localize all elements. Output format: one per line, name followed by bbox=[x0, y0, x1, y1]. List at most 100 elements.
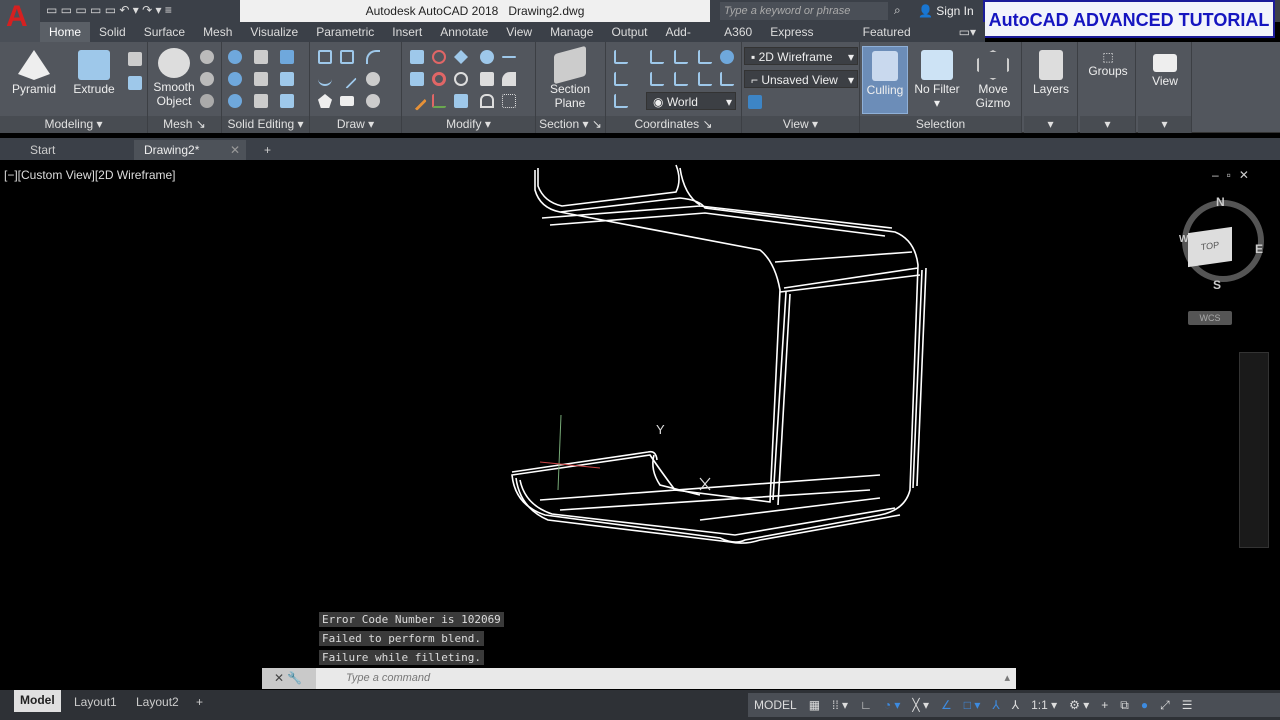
snap-icon[interactable]: ⁞⁞ ▾ bbox=[832, 698, 848, 712]
panel-view-2[interactable]: View ▾ bbox=[1138, 42, 1192, 133]
auto-scale-icon[interactable]: ⅄ bbox=[1012, 698, 1019, 712]
fillet-icon[interactable] bbox=[410, 50, 424, 64]
tab-annotate[interactable]: Annotate bbox=[431, 22, 497, 42]
tab-a360[interactable]: A360 bbox=[715, 22, 761, 42]
panel-label[interactable]: Modify ▾ bbox=[402, 116, 535, 133]
culling-button[interactable]: Culling bbox=[862, 46, 908, 114]
tab-mesh[interactable]: Mesh bbox=[194, 22, 241, 42]
ucs-zaxis-icon[interactable] bbox=[674, 72, 688, 86]
ortho-icon[interactable]: ∟ bbox=[860, 698, 872, 712]
array-icon[interactable] bbox=[502, 94, 516, 108]
binoculars-icon[interactable]: ⌕ bbox=[894, 3, 901, 18]
viewport-config-icon[interactable] bbox=[748, 95, 762, 109]
ucs-icon[interactable] bbox=[614, 50, 628, 64]
rotate-icon[interactable] bbox=[454, 72, 468, 86]
grid-icon[interactable]: ▦ bbox=[809, 698, 820, 712]
view-button[interactable]: View bbox=[1142, 54, 1188, 88]
mesh-smooth-more-icon[interactable] bbox=[200, 50, 214, 64]
panel-label[interactable]: View ▾ bbox=[742, 116, 859, 133]
mesh-smooth-less-icon[interactable] bbox=[200, 72, 214, 86]
layers-button[interactable]: Layers bbox=[1028, 50, 1074, 96]
3d-move-icon[interactable] bbox=[432, 50, 446, 64]
union-icon[interactable] bbox=[228, 50, 242, 64]
viewcube-top-face[interactable]: TOP bbox=[1188, 226, 1232, 268]
tab-surface[interactable]: Surface bbox=[135, 22, 194, 42]
ellipse-icon[interactable] bbox=[366, 94, 380, 108]
polysolid-icon[interactable] bbox=[128, 76, 142, 90]
panel-layers[interactable]: Layers ▾ bbox=[1024, 42, 1078, 133]
object-snap-tracking-icon[interactable]: ∠ bbox=[941, 698, 952, 712]
ucs-x-icon[interactable] bbox=[614, 72, 628, 86]
panel-label[interactable]: Modeling ▾ bbox=[0, 116, 147, 133]
extrude-button[interactable]: Extrude bbox=[70, 50, 118, 96]
arc-icon[interactable] bbox=[366, 50, 380, 64]
quick-access-toolbar[interactable]: ▭ ▭ ▭ ▭ ▭ ↶ ▾ ↷ ▾ ≡ bbox=[46, 3, 172, 17]
copy-icon[interactable] bbox=[480, 50, 494, 64]
annotation-monitor-icon[interactable]: + bbox=[1101, 698, 1108, 712]
hardware-acceleration-icon[interactable]: ● bbox=[1141, 698, 1148, 712]
isolate-objects-icon[interactable]: ⧉ bbox=[1120, 698, 1129, 713]
tab-visualize[interactable]: Visualize bbox=[241, 22, 307, 42]
compass-south[interactable]: S bbox=[1213, 278, 1221, 292]
annotation-visibility-icon[interactable]: ⅄ bbox=[992, 698, 999, 712]
ucs-3point-icon[interactable] bbox=[720, 72, 734, 86]
tab-parametric[interactable]: Parametric bbox=[307, 22, 383, 42]
ucs-z-icon[interactable] bbox=[698, 72, 712, 86]
groups-expand[interactable]: ▾ bbox=[1080, 116, 1135, 133]
visual-style-dropdown[interactable]: ▪ 2D Wireframe ▾ bbox=[744, 47, 858, 65]
section-plane-button[interactable]: Section Plane bbox=[544, 45, 596, 110]
groups-button[interactable]: ⬚ Groups bbox=[1084, 50, 1132, 78]
ucs-world-icon[interactable] bbox=[720, 50, 734, 64]
ucs-icon-properties[interactable] bbox=[614, 94, 628, 108]
slice-icon[interactable] bbox=[254, 72, 268, 86]
move-icon[interactable] bbox=[454, 50, 468, 64]
tab-add-ins[interactable]: Add-ins bbox=[657, 22, 716, 59]
tab-output[interactable]: Output bbox=[602, 22, 656, 42]
tab-featured-apps[interactable]: Featured Apps bbox=[854, 22, 950, 59]
tab-drawing2[interactable]: Drawing2* ✕ bbox=[134, 140, 246, 160]
circle-icon[interactable] bbox=[366, 72, 380, 86]
command-input[interactable]: Type a command ▴ bbox=[316, 668, 1016, 689]
tab-view[interactable]: View bbox=[497, 22, 541, 42]
scale-icon[interactable] bbox=[454, 94, 468, 108]
polyline-icon[interactable] bbox=[318, 50, 332, 64]
viewport-window-controls[interactable]: –▫✕ bbox=[1212, 168, 1257, 182]
ucs-object-icon[interactable] bbox=[698, 50, 712, 64]
ucs-previous-icon[interactable] bbox=[650, 72, 664, 86]
rectangle-icon[interactable] bbox=[340, 96, 354, 106]
panel-label[interactable]: Section ▾ ↘ bbox=[536, 116, 605, 133]
new-tab-button[interactable]: + bbox=[254, 140, 281, 160]
tab-model[interactable]: Model bbox=[14, 690, 61, 712]
polygon-icon[interactable] bbox=[318, 94, 332, 108]
annotation-scale[interactable]: 1:1 ▾ bbox=[1031, 698, 1057, 712]
customization-menu-icon[interactable]: ☰ bbox=[1182, 698, 1193, 712]
fullscreen-icon[interactable]: ⤢ bbox=[1160, 698, 1170, 713]
application-menu-button[interactable]: A bbox=[0, 0, 40, 42]
tab-layout1[interactable]: Layout1 bbox=[68, 692, 123, 712]
command-history-icon[interactable]: ▴ bbox=[1004, 668, 1010, 689]
close-icon[interactable]: ✕ bbox=[274, 671, 284, 685]
tab-layout2[interactable]: Layout2 bbox=[130, 692, 185, 712]
tab-start[interactable]: Start bbox=[20, 140, 65, 160]
ribbon-state-button[interactable]: ▭▾ bbox=[950, 22, 985, 42]
layers-expand[interactable]: ▾ bbox=[1024, 116, 1077, 133]
mirror-icon[interactable] bbox=[480, 72, 494, 86]
sign-in-button[interactable]: 👤 Sign In bbox=[918, 0, 974, 22]
presspull-icon[interactable] bbox=[128, 52, 142, 66]
fillet-edge-icon[interactable] bbox=[254, 50, 268, 64]
isodraft-icon[interactable]: ╳ ▾ bbox=[912, 698, 929, 712]
wcs-menu[interactable]: WCS bbox=[1188, 311, 1232, 325]
named-view-dropdown[interactable]: ⌐ Unsaved View ▾ bbox=[744, 70, 858, 88]
offset-icon[interactable] bbox=[480, 94, 494, 108]
chamfer-icon[interactable] bbox=[410, 72, 424, 86]
compass-north[interactable]: N bbox=[1216, 195, 1225, 209]
navigation-bar[interactable] bbox=[1239, 352, 1269, 548]
panel-label[interactable]: Mesh ↘ bbox=[148, 116, 221, 133]
ucs-named-icon[interactable] bbox=[650, 50, 664, 64]
fillet-3d-icon[interactable] bbox=[502, 72, 516, 86]
drawing-viewport[interactable] bbox=[0, 160, 1280, 690]
tab-insert[interactable]: Insert bbox=[383, 22, 431, 42]
ucs-dropdown[interactable]: ◉ World ▾ bbox=[646, 92, 736, 110]
interfere-icon[interactable] bbox=[254, 94, 268, 108]
panel-label[interactable]: Coordinates ↘ bbox=[606, 116, 741, 133]
